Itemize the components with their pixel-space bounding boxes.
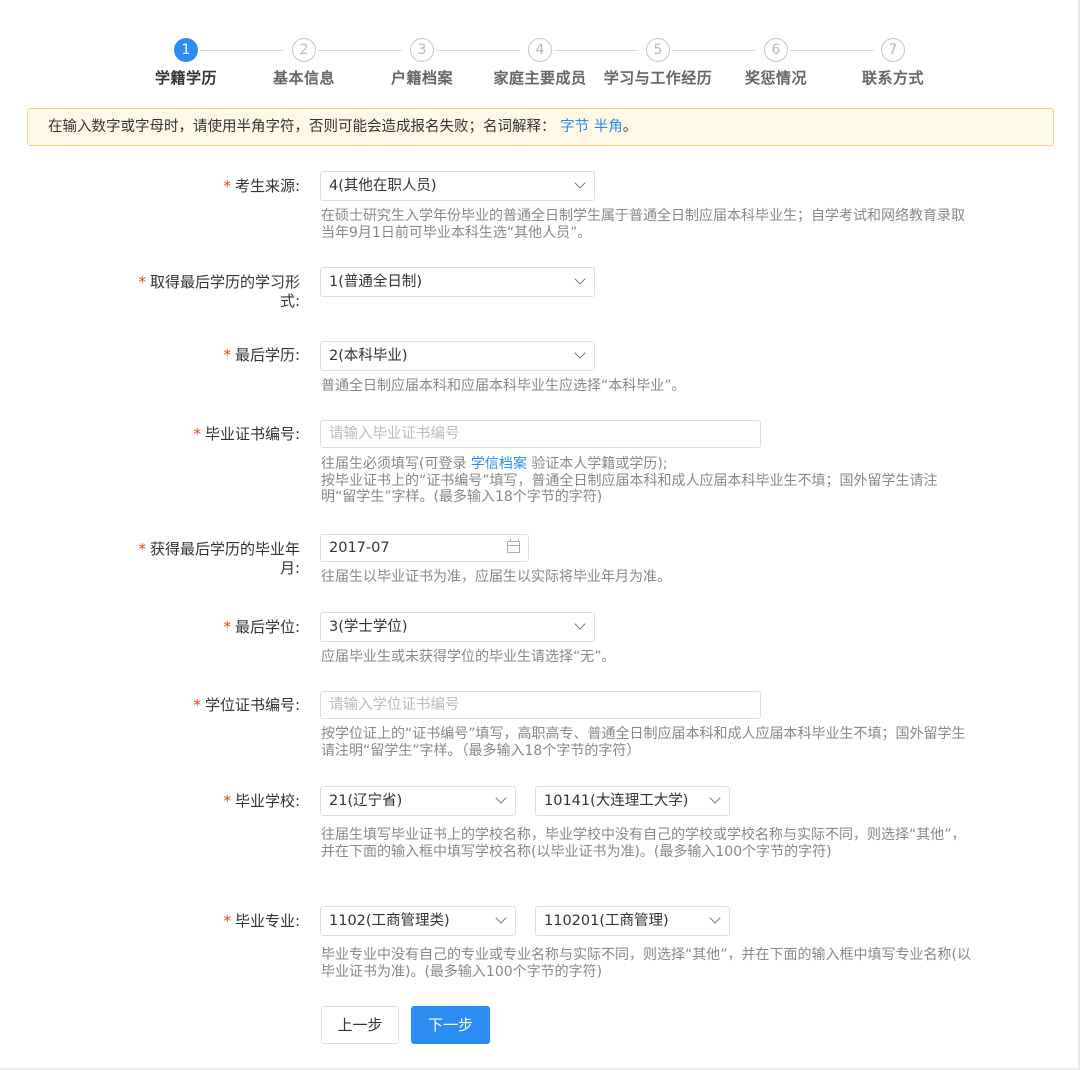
degree-cert-input[interactable]: 请输入学位证书编号 bbox=[320, 691, 761, 719]
source-select-value: 4(其他在职人员) bbox=[329, 178, 437, 194]
grad-cert-input[interactable]: 请输入毕业证书编号 bbox=[320, 420, 761, 448]
chevron-down-icon bbox=[709, 912, 721, 924]
degree-level-help: 普通全日制应届本科和应届本科毕业生应选择“本科毕业”。 bbox=[321, 378, 686, 394]
step-number: 5 bbox=[646, 38, 670, 62]
grad-date-picker[interactable]: 2017-07 bbox=[320, 534, 529, 562]
school-province-value: 21(辽宁省) bbox=[329, 793, 403, 809]
school-help: 往届生填写毕业证书上的学校名称，毕业学校中没有自己的学校或学校名称与实际不同，则… bbox=[321, 827, 966, 860]
step-number: 2 bbox=[292, 38, 316, 62]
last-degree-select-value: 3(学士学位) bbox=[329, 619, 408, 635]
chevron-down-icon bbox=[574, 177, 586, 189]
field-label-grad-date: * 获得最后学历的毕业年 月: bbox=[138, 540, 300, 577]
degree-level-select[interactable]: 2(本科毕业) bbox=[320, 341, 595, 371]
field-label-school: * 毕业学校: bbox=[223, 792, 300, 810]
required-mark: * bbox=[223, 618, 231, 636]
required-mark: * bbox=[223, 792, 231, 810]
step-number: 6 bbox=[764, 38, 788, 62]
step-progress: 1 学籍学历 2 基本信息 3 户籍档案 4 家庭主要成员 5 学习与工作经历 … bbox=[0, 38, 1080, 98]
field-label-degree-level: * 最后学历: bbox=[223, 346, 300, 364]
step-number: 3 bbox=[410, 38, 434, 62]
major-category-value: 1102(工商管理类) bbox=[329, 913, 450, 929]
grad-cert-help: 往届生必须填写(可登录 学信档案 验证本人学籍或学历); 按毕业证书上的“证书编… bbox=[321, 456, 938, 505]
study-form-select-value: 1(普通全日制) bbox=[329, 274, 423, 290]
degree-cert-help: 按学位证上的“证书编号”填写，高职高专、普通全日制应届本科和成人应届本科毕业生不… bbox=[321, 726, 966, 759]
required-mark: * bbox=[223, 912, 231, 930]
step-number: 1 bbox=[174, 38, 198, 62]
chevron-down-icon bbox=[709, 792, 721, 804]
byte-definition-link[interactable]: 字节 bbox=[560, 119, 589, 135]
source-select[interactable]: 4(其他在职人员) bbox=[320, 171, 595, 201]
next-step-button[interactable]: 下一步 bbox=[411, 1006, 490, 1044]
chevron-down-icon bbox=[495, 912, 507, 924]
grad-cert-placeholder: 请输入毕业证书编号 bbox=[329, 426, 460, 442]
school-select[interactable]: 10141(大连理工大学) bbox=[535, 786, 730, 816]
field-label-grad-cert: * 毕业证书编号: bbox=[193, 425, 300, 443]
notice-end: 。 bbox=[622, 119, 638, 135]
prev-step-button[interactable]: 上一步 bbox=[321, 1006, 399, 1044]
major-help: 毕业专业中没有自己的专业或专业名称与实际不同，则选择“其他”，并在下面的输入框中… bbox=[321, 947, 971, 980]
chevron-down-icon bbox=[495, 792, 507, 804]
source-help: 在硕士研究生入学年份毕业的普通全日制学生属于普通全日制应届本科毕业生；自学考试和… bbox=[321, 208, 965, 241]
major-value: 110201(工商管理) bbox=[544, 913, 669, 929]
chevron-down-icon bbox=[574, 618, 586, 630]
half-width-definition-link[interactable]: 半角 bbox=[594, 119, 623, 135]
chevron-down-icon bbox=[574, 273, 586, 285]
major-category-select[interactable]: 1102(工商管理类) bbox=[320, 906, 516, 936]
required-mark: * bbox=[193, 425, 201, 443]
study-form-select[interactable]: 1(普通全日制) bbox=[320, 267, 595, 297]
grad-date-help: 往届生以毕业证书为准，应届生以实际将毕业年月为准。 bbox=[321, 569, 671, 585]
chevron-down-icon bbox=[574, 347, 586, 359]
required-mark: * bbox=[223, 346, 231, 364]
required-mark: * bbox=[223, 177, 231, 195]
school-value: 10141(大连理工大学) bbox=[544, 793, 689, 809]
major-select[interactable]: 110201(工商管理) bbox=[535, 906, 730, 936]
required-mark: * bbox=[138, 540, 146, 558]
degree-level-select-value: 2(本科毕业) bbox=[329, 348, 408, 364]
last-degree-select[interactable]: 3(学士学位) bbox=[320, 612, 595, 642]
school-province-select[interactable]: 21(辽宁省) bbox=[320, 786, 516, 816]
half-width-notice: 在输入数字或字母时，请使用半角字符，否则可能会造成报名失败；名词解释： 字节 半… bbox=[27, 108, 1054, 146]
field-label-study-form: * 取得最后学历的学习形 式: bbox=[138, 273, 300, 310]
field-label-source: * 考生来源: bbox=[223, 177, 300, 195]
grad-date-value: 2017-07 bbox=[329, 540, 390, 556]
step-7-contact[interactable]: 7 联系方式 bbox=[823, 38, 963, 88]
step-number: 4 bbox=[528, 38, 552, 62]
required-mark: * bbox=[193, 696, 201, 714]
field-label-major: * 毕业专业: bbox=[223, 912, 300, 930]
notice-text: 在输入数字或字母时，请使用半角字符，否则可能会造成报名失败；名词解释： bbox=[48, 119, 556, 135]
field-label-last-degree: * 最后学位: bbox=[223, 618, 300, 636]
degree-cert-placeholder: 请输入学位证书编号 bbox=[329, 697, 460, 713]
chsi-archive-link[interactable]: 学信档案 bbox=[471, 456, 527, 472]
last-degree-help: 应届毕业生或未获得学位的毕业生请选择“无”。 bbox=[321, 649, 616, 665]
step-number: 7 bbox=[881, 38, 905, 62]
calendar-icon bbox=[507, 539, 520, 553]
step-label: 联系方式 bbox=[861, 69, 924, 87]
required-mark: * bbox=[138, 273, 146, 291]
field-label-degree-cert: * 学位证书编号: bbox=[193, 696, 300, 714]
